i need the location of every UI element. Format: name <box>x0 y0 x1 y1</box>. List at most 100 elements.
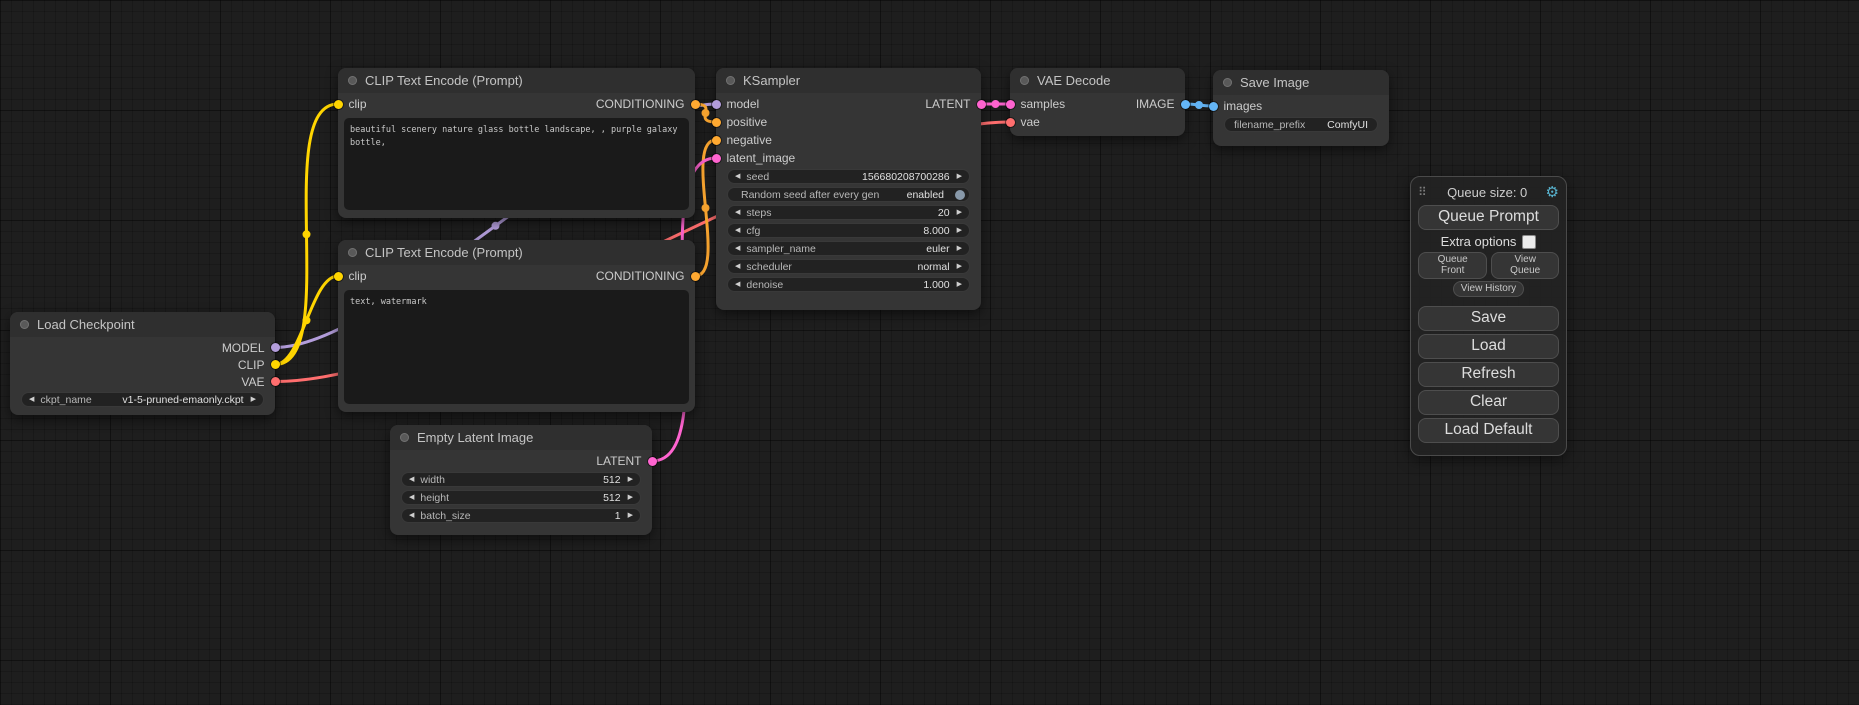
output-row-clip: CLIP <box>10 356 275 373</box>
refresh-button[interactable]: Refresh <box>1418 362 1559 387</box>
decrement-icon[interactable]: ◀ <box>735 209 740 216</box>
node-clip-text-encode-negative[interactable]: CLIP Text Encode (Prompt) clip CONDITION… <box>338 240 695 412</box>
cfg-widget[interactable]: ◀ cfg 8.000 ▶ <box>727 223 970 238</box>
model-output-slot[interactable] <box>271 343 280 352</box>
decrement-icon[interactable]: ◀ <box>29 396 34 403</box>
samples-input-slot[interactable] <box>1006 100 1015 109</box>
queue-front-button[interactable]: Queue Front <box>1418 252 1487 279</box>
save-button[interactable]: Save <box>1418 306 1559 331</box>
clip-output-slot[interactable] <box>271 360 280 369</box>
toggle-knob-icon[interactable] <box>955 190 965 200</box>
latent-image-input-slot[interactable] <box>712 154 721 163</box>
view-history-button[interactable]: View History <box>1453 281 1524 297</box>
node-title: Save Image <box>1240 75 1309 90</box>
model-input-slot[interactable] <box>712 100 721 109</box>
negative-input-slot[interactable] <box>712 136 721 145</box>
node-load-checkpoint[interactable]: Load Checkpoint MODEL CLIP VAE ◀ ckpt_na… <box>10 312 275 415</box>
vae-input-slot[interactable] <box>1006 118 1015 127</box>
random-seed-toggle-widget[interactable]: Random seed after every gen enabled <box>727 187 970 202</box>
scheduler-widget[interactable]: ◀ scheduler normal ▶ <box>727 259 970 274</box>
decrement-icon[interactable]: ◀ <box>735 173 740 180</box>
node-title-bar[interactable]: Save Image <box>1213 70 1389 95</box>
negative-prompt-textarea[interactable]: text, watermark <box>344 290 689 404</box>
increment-icon[interactable]: ▶ <box>628 512 633 519</box>
width-widget[interactable]: ◀ width 512 ▶ <box>401 472 641 487</box>
extra-options-checkbox[interactable] <box>1522 235 1536 249</box>
node-title: VAE Decode <box>1037 73 1110 88</box>
collapse-icon[interactable] <box>20 320 29 329</box>
image-output-slot[interactable] <box>1181 100 1190 109</box>
increment-icon[interactable]: ▶ <box>628 476 633 483</box>
queue-controls-row: Queue Front View Queue <box>1418 252 1559 279</box>
increment-icon[interactable]: ▶ <box>957 209 962 216</box>
decrement-icon[interactable]: ◀ <box>735 245 740 252</box>
widget-value: 512 <box>603 474 621 486</box>
queue-prompt-button[interactable]: Queue Prompt <box>1418 205 1559 230</box>
ckpt-name-widget[interactable]: ◀ ckpt_name v1-5-pruned-emaonly.ckpt ▶ <box>21 392 264 407</box>
widget-label: denoise <box>746 279 783 291</box>
node-title-bar[interactable]: VAE Decode <box>1010 68 1185 93</box>
node-clip-text-encode-positive[interactable]: CLIP Text Encode (Prompt) clip CONDITION… <box>338 68 695 218</box>
node-title-bar[interactable]: Empty Latent Image <box>390 425 652 450</box>
increment-icon[interactable]: ▶ <box>957 263 962 270</box>
slot-label-conditioning: CONDITIONING <box>596 97 685 111</box>
latent-output-slot[interactable] <box>977 100 986 109</box>
increment-icon[interactable]: ▶ <box>957 245 962 252</box>
collapse-icon[interactable] <box>1223 78 1232 87</box>
collapse-icon[interactable] <box>348 76 357 85</box>
node-save-image[interactable]: Save Image images filename_prefix ComfyU… <box>1213 70 1389 146</box>
denoise-widget[interactable]: ◀ denoise 1.000 ▶ <box>727 277 970 292</box>
output-row-model: MODEL <box>10 339 275 356</box>
decrement-icon[interactable]: ◀ <box>409 476 414 483</box>
seed-widget[interactable]: ◀ seed 156680208700286 ▶ <box>727 169 970 184</box>
collapse-icon[interactable] <box>348 248 357 257</box>
filename-prefix-widget[interactable]: filename_prefix ComfyUI <box>1224 117 1378 132</box>
increment-icon[interactable]: ▶ <box>957 227 962 234</box>
load-default-button[interactable]: Load Default <box>1418 418 1559 443</box>
node-ksampler[interactable]: KSampler model LATENT positive negative … <box>716 68 981 310</box>
node-empty-latent-image[interactable]: Empty Latent Image LATENT ◀ width 512 ▶ … <box>390 425 652 535</box>
collapse-icon[interactable] <box>726 76 735 85</box>
node-vae-decode[interactable]: VAE Decode samples IMAGE vae <box>1010 68 1185 136</box>
node-title-bar[interactable]: CLIP Text Encode (Prompt) <box>338 68 695 93</box>
steps-widget[interactable]: ◀ steps 20 ▶ <box>727 205 970 220</box>
increment-icon[interactable]: ▶ <box>628 494 633 501</box>
vae-output-slot[interactable] <box>271 377 280 386</box>
decrement-icon[interactable]: ◀ <box>735 227 740 234</box>
batch-size-widget[interactable]: ◀ batch_size 1 ▶ <box>401 508 641 523</box>
positive-input-slot[interactable] <box>712 118 721 127</box>
decrement-icon[interactable]: ◀ <box>735 263 740 270</box>
conditioning-output-slot[interactable] <box>691 100 700 109</box>
link-midpoint-dot <box>1195 101 1203 109</box>
node-title-bar[interactable]: Load Checkpoint <box>10 312 275 337</box>
widget-label: batch_size <box>420 510 470 522</box>
images-input-slot[interactable] <box>1209 102 1218 111</box>
decrement-icon[interactable]: ◀ <box>409 512 414 519</box>
increment-icon[interactable]: ▶ <box>251 396 256 403</box>
sampler-name-widget[interactable]: ◀ sampler_name euler ▶ <box>727 241 970 256</box>
increment-icon[interactable]: ▶ <box>957 173 962 180</box>
clip-input-slot[interactable] <box>334 272 343 281</box>
increment-icon[interactable]: ▶ <box>957 281 962 288</box>
collapse-icon[interactable] <box>400 433 409 442</box>
collapse-icon[interactable] <box>1020 76 1029 85</box>
decrement-icon[interactable]: ◀ <box>735 281 740 288</box>
settings-gear-icon[interactable]: ⚙ <box>1546 185 1559 200</box>
slot-row: positive <box>716 113 981 131</box>
positive-prompt-textarea[interactable]: beautiful scenery nature glass bottle la… <box>344 118 689 210</box>
height-widget[interactable]: ◀ height 512 ▶ <box>401 490 641 505</box>
load-button[interactable]: Load <box>1418 334 1559 359</box>
comfyui-node-graph-canvas[interactable]: { "colors": { "model": "#B39DDB", "clip"… <box>0 0 1859 705</box>
drag-handle-icon[interactable]: ⠿ <box>1418 185 1427 199</box>
view-queue-button[interactable]: View Queue <box>1491 252 1559 279</box>
latent-output-slot[interactable] <box>648 457 657 466</box>
slot-label-negative: negative <box>727 133 772 147</box>
clip-input-slot[interactable] <box>334 100 343 109</box>
clear-button[interactable]: Clear <box>1418 390 1559 415</box>
decrement-icon[interactable]: ◀ <box>409 494 414 501</box>
widget-value: 1.000 <box>923 279 949 291</box>
slot-row: clip CONDITIONING <box>338 95 695 113</box>
conditioning-output-slot[interactable] <box>691 272 700 281</box>
node-title-bar[interactable]: KSampler <box>716 68 981 93</box>
node-title-bar[interactable]: CLIP Text Encode (Prompt) <box>338 240 695 265</box>
